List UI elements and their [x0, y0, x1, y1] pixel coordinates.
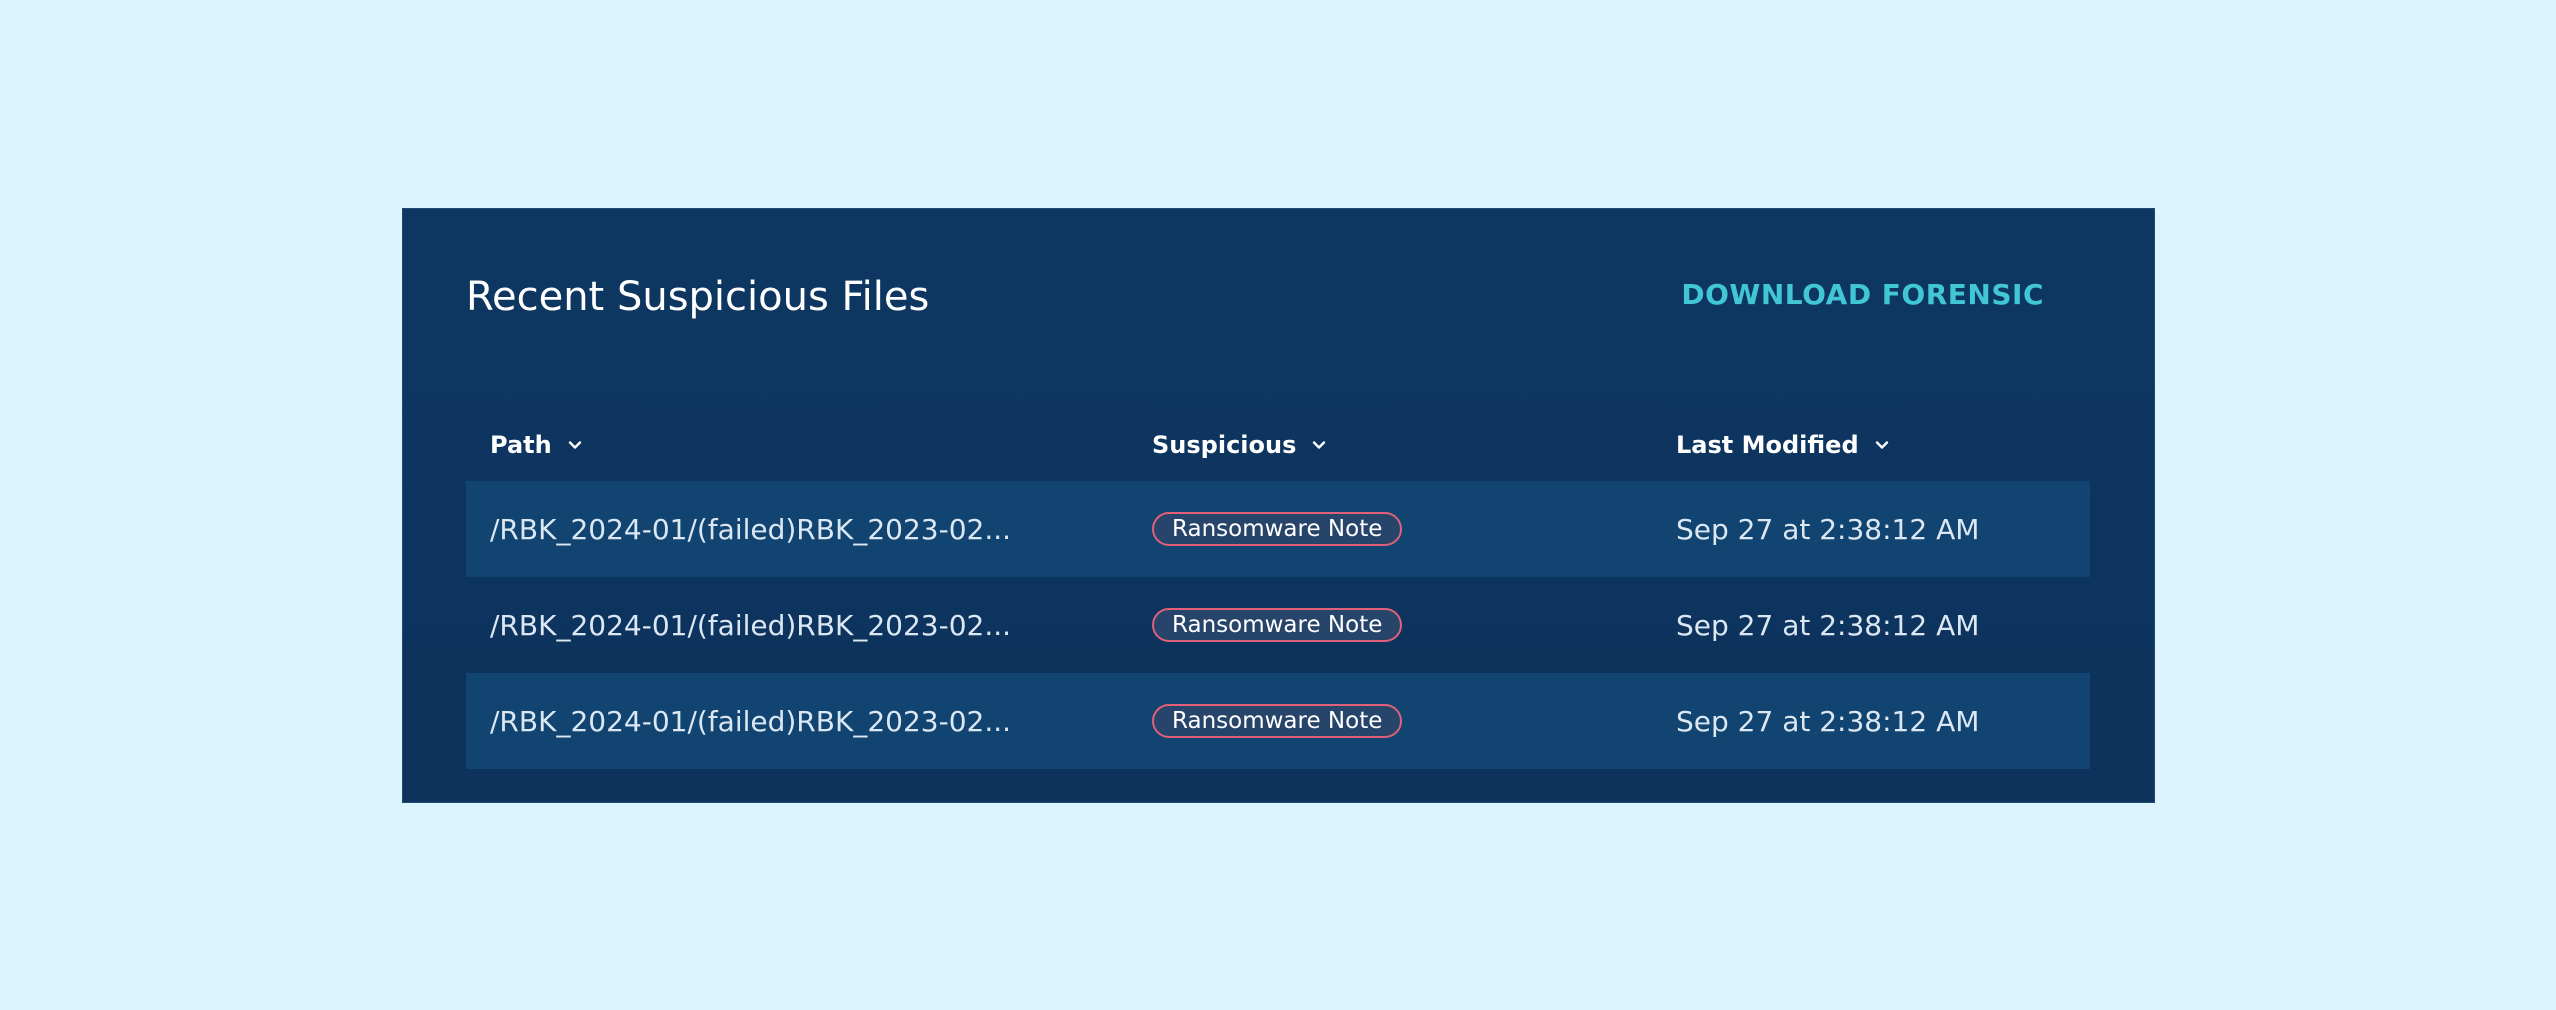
download-forensic-button[interactable]: DOWNLOAD FORENSIC	[1681, 277, 2044, 313]
column-header-last-modified[interactable]: Last Modified	[1676, 409, 1891, 481]
column-header-label: Suspicious	[1152, 431, 1297, 459]
status-badge: Ransomware Note	[1152, 704, 1403, 738]
suspicious-files-table: Path Suspicious Last Modified /RBK_2024-…	[466, 409, 2090, 769]
suspicious-cell: Ransomware Note	[1152, 577, 1403, 673]
suspicious-cell: Ransomware Note	[1152, 673, 1403, 769]
column-header-suspicious[interactable]: Suspicious	[1152, 409, 1328, 481]
modified-cell: Sep 27 at 2:38:12 AM	[1676, 608, 1980, 642]
panel-title: Recent Suspicious Files	[466, 274, 930, 320]
column-header-path[interactable]: Path	[490, 409, 584, 481]
chevron-down-icon	[1313, 441, 1326, 449]
table-header: Path Suspicious Last Modified	[466, 409, 2090, 481]
path-cell: /RBK_2024-01/(failed)RBK_2023-02...	[490, 512, 1012, 546]
modified-cell: Sep 27 at 2:38:12 AM	[1676, 512, 1980, 546]
column-header-label: Path	[490, 431, 552, 459]
status-badge: Ransomware Note	[1152, 512, 1403, 546]
suspicious-files-panel: Recent Suspicious Files DOWNLOAD FORENSI…	[402, 208, 2155, 803]
column-header-label: Last Modified	[1676, 431, 1859, 459]
chevron-down-icon	[1875, 441, 1888, 449]
path-cell: /RBK_2024-01/(failed)RBK_2023-02...	[490, 704, 1012, 738]
modified-cell: Sep 27 at 2:38:12 AM	[1676, 704, 1980, 738]
table-row[interactable]: /RBK_2024-01/(failed)RBK_2023-02... Rans…	[466, 673, 2090, 769]
table-row[interactable]: /RBK_2024-01/(failed)RBK_2023-02... Rans…	[466, 577, 2090, 673]
suspicious-cell: Ransomware Note	[1152, 481, 1403, 577]
path-cell: /RBK_2024-01/(failed)RBK_2023-02...	[490, 608, 1012, 642]
chevron-down-icon	[568, 441, 581, 449]
status-badge: Ransomware Note	[1152, 608, 1403, 642]
table-row[interactable]: /RBK_2024-01/(failed)RBK_2023-02... Rans…	[466, 481, 2090, 577]
